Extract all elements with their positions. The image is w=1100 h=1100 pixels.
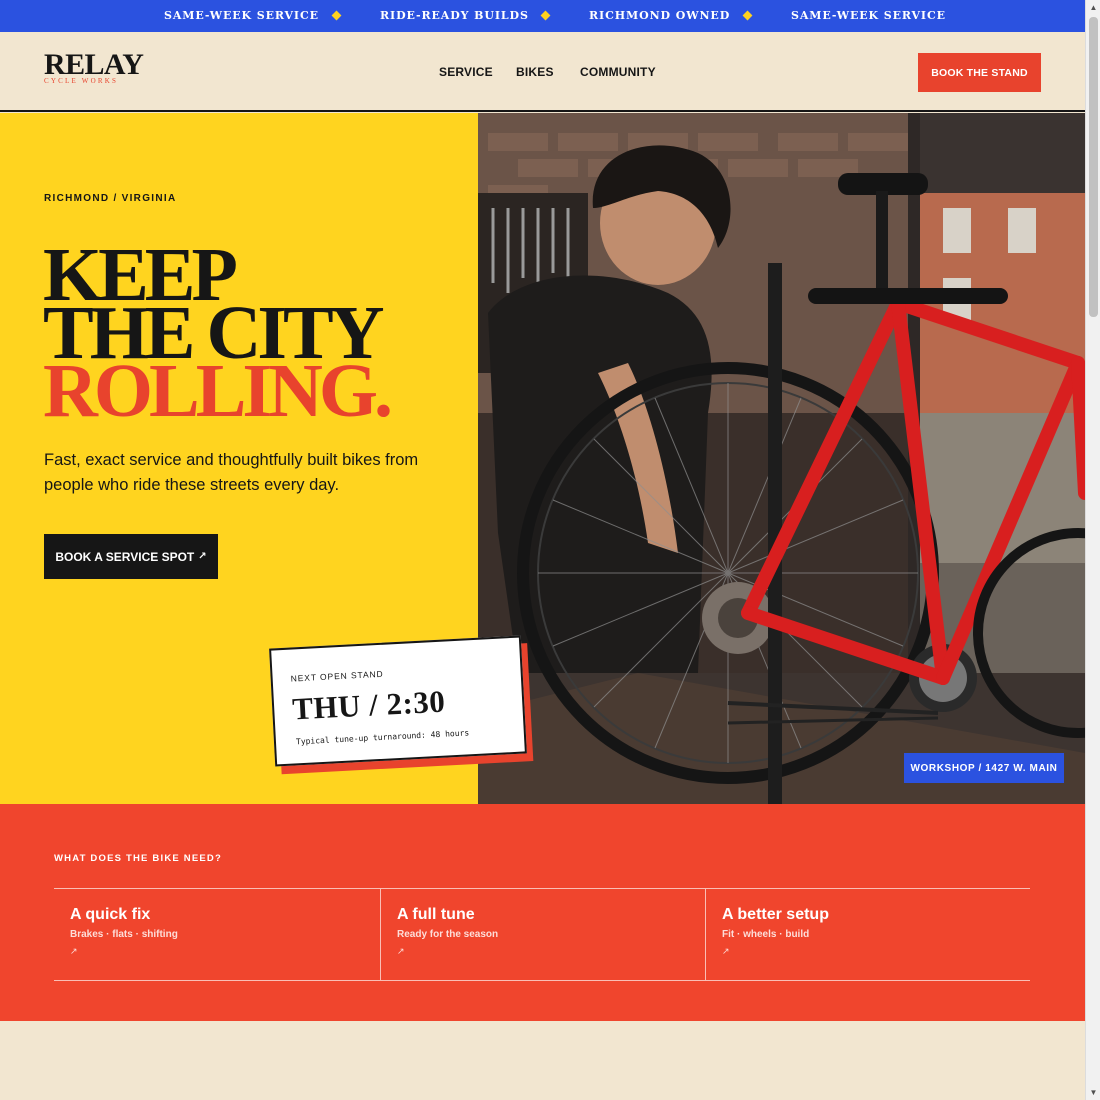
headline-line-3: ROLLING. — [43, 349, 393, 433]
scrollbar-thumb[interactable] — [1089, 17, 1098, 317]
nav-link-community[interactable]: COMMUNITY — [580, 66, 656, 78]
card-face: NEXT OPEN STAND THU / 2:30 Typical tune-… — [269, 635, 527, 767]
ticker-item: SAME-WEEK SERVICE — [791, 9, 946, 22]
button-label: BOOK A SERVICE SPOT — [55, 549, 195, 564]
workshop-location-badge: WORKSHOP / 1427 W. MAIN — [904, 753, 1064, 783]
ticker-item: RIDE-READY BUILDS — [380, 9, 529, 22]
logo-wordmark: RELAY — [44, 48, 144, 81]
book-service-spot-button[interactable]: BOOK A SERVICE SPOT ↗ — [44, 534, 218, 579]
ticker-item: SAME-WEEK SERVICE — [164, 9, 319, 22]
next-open-stand-card: NEXT OPEN STAND THU / 2:30 Typical tune-… — [269, 635, 534, 775]
announcement-ticker: SAME-WEEK SERVICE RIDE-READY BUILDS RICH… — [0, 0, 1085, 32]
need-card-quick-fix[interactable]: A quick fix Brakes · flats · shifting ↗ — [54, 889, 380, 980]
site-header: RELAY CYCLE WORKS SERVICE BIKES COMMUNIT… — [0, 32, 1085, 112]
arrow-up-right-icon: ↗ — [397, 946, 405, 956]
scroll-up-icon[interactable]: ▲ — [1086, 0, 1100, 15]
book-the-stand-button[interactable]: BOOK THE STAND — [918, 53, 1041, 92]
hero-description: Fast, exact service and thoughtfully bui… — [44, 451, 419, 494]
scroll-down-icon[interactable]: ▼ — [1086, 1085, 1100, 1100]
diamond-icon — [331, 10, 342, 21]
workshop-photo-illustration — [478, 113, 1085, 804]
arrow-up-right-icon: ↗ — [722, 946, 730, 956]
arrow-up-right-icon: ↗ — [198, 551, 207, 562]
service-needs-section: WHAT DOES THE BIKE NEED? A quick fix Bra… — [0, 804, 1085, 1021]
need-title: A better setup — [722, 906, 829, 923]
arrow-up-right-icon: ↗ — [70, 946, 78, 956]
nav-link-service[interactable]: SERVICE — [439, 66, 493, 78]
needs-grid: A quick fix Brakes · flats · shifting ↗ … — [54, 888, 1030, 981]
hero-eyebrow: RICHMOND / VIRGINIA — [44, 193, 177, 204]
diamond-icon — [742, 10, 753, 21]
need-title: A quick fix — [70, 906, 151, 923]
section-title: WHAT DOES THE BIKE NEED? — [54, 853, 222, 864]
stand-card-note: Typical tune-up turnaround: 48 hours — [295, 728, 470, 747]
need-card-full-tune[interactable]: A full tune Ready for the season ↗ — [380, 889, 705, 980]
stand-card-label: NEXT OPEN STAND — [290, 668, 384, 684]
nav-link-bikes[interactable]: BIKES — [516, 66, 554, 78]
diamond-icon — [540, 10, 551, 21]
hero-headline: KEEP THE CITY ROLLING. — [43, 237, 393, 429]
need-title: A full tune — [397, 906, 475, 923]
need-card-better-setup[interactable]: A better setup Fit · wheels · build ↗ — [705, 889, 1030, 980]
logo-tagline: CYCLE WORKS — [44, 77, 119, 85]
ticker-item: RICHMOND OWNED — [589, 9, 731, 22]
need-subtitle: Fit · wheels · build — [722, 929, 810, 940]
need-subtitle: Brakes · flats · shifting — [70, 929, 178, 940]
need-subtitle: Ready for the season — [397, 929, 499, 940]
vertical-scrollbar[interactable]: ▲ ▼ — [1085, 0, 1100, 1100]
hero-photo — [478, 113, 1085, 804]
stand-card-time: THU / 2:30 — [291, 683, 447, 727]
